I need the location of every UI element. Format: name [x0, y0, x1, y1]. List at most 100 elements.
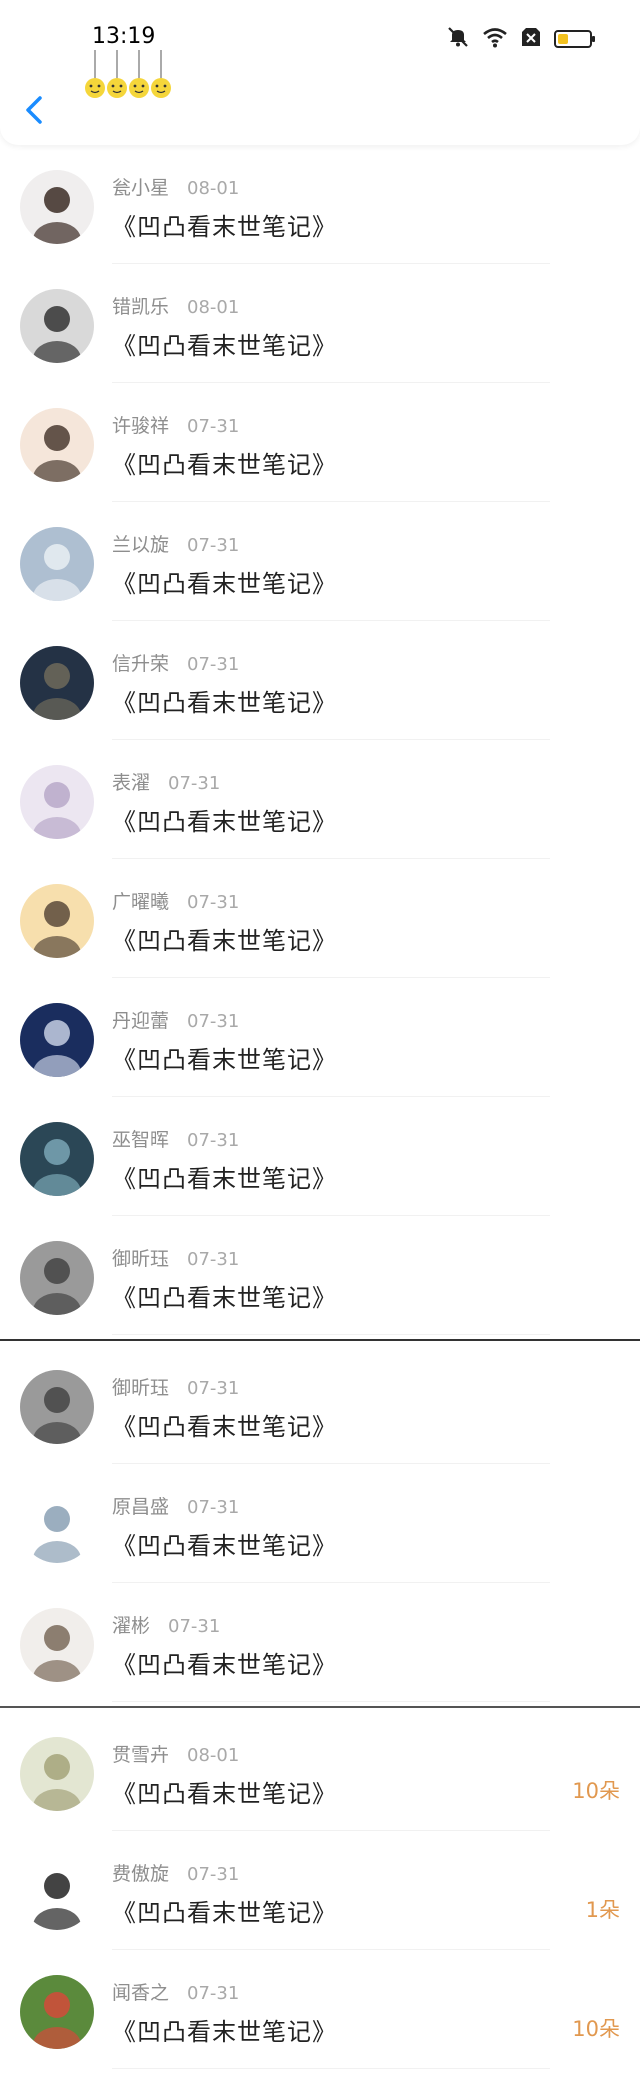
list-item[interactable]: 兰以旋 07-31 《凹凸看末世笔记》: [0, 502, 640, 621]
sender-info: 广曜曦 07-31: [112, 887, 239, 914]
avatar[interactable]: [20, 408, 94, 482]
sender-info: 信升荣 07-31: [112, 649, 239, 676]
record-date: 07-31: [187, 535, 240, 556]
list-item[interactable]: 巫智晖 07-31 《凹凸看末世笔记》: [0, 1097, 640, 1216]
record-date: 07-31: [187, 892, 240, 913]
record-date: 07-31: [187, 1378, 240, 1399]
sender-info: 贯雪卉 08-01: [112, 1740, 239, 1767]
avatar[interactable]: [20, 289, 94, 363]
book-title[interactable]: 《凹凸看末世笔记》: [112, 445, 337, 480]
list-item[interactable]: 御昕珏 07-31 《凹凸看末世笔记》: [0, 1216, 640, 1335]
book-title[interactable]: 《凹凸看末世笔记》: [112, 326, 337, 361]
book-title[interactable]: 《凹凸看末世笔记》: [112, 1407, 337, 1442]
avatar[interactable]: [20, 1122, 94, 1196]
sender-name: 御昕珏: [112, 1377, 170, 1399]
no-sim-icon: [520, 26, 542, 52]
avatar[interactable]: [20, 1975, 94, 2049]
chevron-left-icon: [26, 96, 42, 124]
list-item[interactable]: 费傲旋 07-31 《凹凸看末世笔记》 1朵: [0, 1831, 640, 1950]
book-title[interactable]: 《凹凸看末世笔记》: [112, 564, 337, 599]
book-title[interactable]: 《凹凸看末世笔记》: [112, 1893, 337, 1928]
gift-amount: 1朵: [585, 1898, 620, 1922]
sender-name: 费傲旋: [112, 1863, 170, 1885]
sender-name: 濯彬: [112, 1615, 151, 1637]
book-title[interactable]: 《凹凸看末世笔记》: [112, 683, 337, 718]
sender-name: 兰以旋: [112, 534, 170, 556]
record-date: 07-31: [187, 1130, 240, 1151]
list-item[interactable]: 瓮小星 08-01 《凹凸看末世笔记》: [0, 145, 640, 264]
list-item[interactable]: 信升荣 07-31 《凹凸看末世笔记》: [0, 621, 640, 740]
book-title[interactable]: 《凹凸看末世笔记》: [112, 1278, 337, 1313]
top-header: 13:19: [0, 0, 640, 145]
list-item[interactable]: 广曜曦 07-31 《凹凸看末世笔记》: [0, 859, 640, 978]
sender-name: 瓮小星: [112, 177, 170, 199]
avatar[interactable]: [20, 170, 94, 244]
sender-info: 费傲旋 07-31: [112, 1859, 239, 1886]
group-divider: [0, 1702, 640, 1712]
book-title[interactable]: 《凹凸看末世笔记》: [112, 1774, 337, 1809]
sender-name: 御昕珏: [112, 1248, 170, 1270]
list-item[interactable]: 御昕珏 07-31 《凹凸看末世笔记》: [0, 1345, 640, 1464]
status-icons: [446, 26, 595, 52]
list-item[interactable]: 闻香之 07-31 《凹凸看末世笔记》 10朵: [0, 1950, 640, 2069]
record-date: 07-31: [187, 1497, 240, 1518]
gift-amount: 10朵: [572, 2017, 620, 2041]
book-title[interactable]: 《凹凸看末世笔记》: [112, 2012, 337, 2047]
sender-info: 御昕珏 07-31: [112, 1244, 239, 1271]
sender-name: 丹迎蕾: [112, 1010, 170, 1032]
list-item[interactable]: 表濯 07-31 《凹凸看末世笔记》: [0, 740, 640, 859]
sender-name: 巫智晖: [112, 1129, 170, 1151]
avatar[interactable]: [20, 1241, 94, 1315]
sender-info: 濯彬 07-31: [112, 1611, 220, 1638]
record-date: 07-31: [187, 654, 240, 675]
group-divider: [0, 1335, 640, 1345]
sender-info: 瓮小星 08-01: [112, 173, 239, 200]
sender-name: 表濯: [112, 772, 151, 794]
avatar[interactable]: [20, 527, 94, 601]
sender-info: 巫智晖 07-31: [112, 1125, 239, 1152]
book-title[interactable]: 《凹凸看末世笔记》: [112, 1526, 337, 1561]
sender-name: 信升荣: [112, 653, 170, 675]
record-date: 08-01: [187, 1745, 240, 1766]
sender-info: 闻香之 07-31: [112, 1978, 239, 2005]
gift-amount: 10朵: [572, 1779, 620, 1803]
record-date: 07-31: [187, 1249, 240, 1270]
avatar[interactable]: [20, 1737, 94, 1811]
avatar[interactable]: [20, 1856, 94, 1930]
book-title[interactable]: 《凹凸看末世笔记》: [112, 921, 337, 956]
sender-info: 丹迎蕾 07-31: [112, 1006, 239, 1033]
avatar[interactable]: [20, 1003, 94, 1077]
list-item[interactable]: 丹迎蕾 07-31 《凹凸看末世笔记》: [0, 978, 640, 1097]
avatar[interactable]: [20, 646, 94, 720]
avatar[interactable]: [20, 765, 94, 839]
list-item[interactable]: 许骏祥 07-31 《凹凸看末世笔记》: [0, 383, 640, 502]
avatar[interactable]: [20, 1608, 94, 1682]
book-title[interactable]: 《凹凸看末世笔记》: [112, 1040, 337, 1075]
sender-name: 贯雪卉: [112, 1744, 170, 1766]
avatar[interactable]: [20, 1489, 94, 1563]
sender-info: 原昌盛 07-31: [112, 1492, 239, 1519]
record-date: 08-01: [187, 178, 240, 199]
list-item[interactable]: 贯雪卉 08-01 《凹凸看末世笔记》 10朵: [0, 1712, 640, 1831]
sender-name: 广曜曦: [112, 891, 170, 913]
record-date: 07-31: [168, 773, 221, 794]
list-item[interactable]: 濯彬 07-31 《凹凸看末世笔记》: [0, 1583, 640, 1702]
record-date: 07-31: [187, 1983, 240, 2004]
silent-mode-icon: [446, 26, 470, 52]
sender-info: 御昕珏 07-31: [112, 1373, 239, 1400]
record-date: 07-31: [187, 416, 240, 437]
sender-info: 错凯乐 08-01: [112, 292, 239, 319]
book-title[interactable]: 《凹凸看末世笔记》: [112, 207, 337, 242]
record-date: 07-31: [168, 1616, 221, 1637]
avatar[interactable]: [20, 884, 94, 958]
sender-name: 原昌盛: [112, 1496, 170, 1518]
smiley-decoration-icon: [85, 50, 171, 98]
book-title[interactable]: 《凹凸看末世笔记》: [112, 802, 337, 837]
list-item[interactable]: 原昌盛 07-31 《凹凸看末世笔记》: [0, 1464, 640, 1583]
list-item[interactable]: 错凯乐 08-01 《凹凸看末世笔记》: [0, 264, 640, 383]
status-time: 13:19: [92, 24, 156, 49]
avatar[interactable]: [20, 1370, 94, 1444]
book-title[interactable]: 《凹凸看末世笔记》: [112, 1159, 337, 1194]
book-title[interactable]: 《凹凸看末世笔记》: [112, 1645, 337, 1680]
back-button[interactable]: [20, 92, 50, 128]
